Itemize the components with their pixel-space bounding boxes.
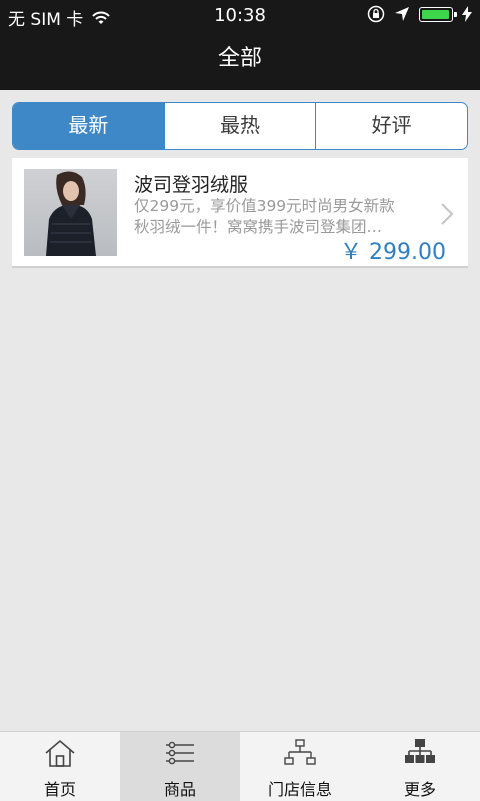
tab-products[interactable]: 商品 [120,732,240,801]
tab-more-label: 更多 [403,780,436,799]
product-price: ￥ 299.00 [340,240,446,265]
sort-segmented-control: 最新 最热 好评 [12,102,468,150]
page-title: 全部 [217,46,262,71]
list-icon [166,741,194,765]
home-icon [45,739,75,767]
orientation-lock-icon [367,5,385,23]
chevron-right-icon [441,203,454,225]
segment-hottest[interactable]: 最热 [163,103,316,149]
product-title: 波司登羽绒服 [134,174,249,196]
tab-home[interactable]: 首页 [0,732,120,801]
more-grid-icon [405,739,435,763]
product-image [24,169,117,256]
status-bar: 无 SIM 卡 10:38 [0,0,480,30]
tab-more[interactable]: 更多 [360,732,480,801]
tab-products-label: 商品 [163,780,196,799]
battery-level [422,9,449,19]
charging-bolt-icon [462,6,472,22]
segment-newest[interactable]: 最新 [13,103,164,149]
store-hierarchy-icon [284,739,316,765]
segment-best-rated[interactable]: 好评 [315,103,467,149]
tab-store-info-label: 门店信息 [267,780,332,799]
tab-store-info[interactable]: 门店信息 [240,732,360,801]
battery-icon [419,6,457,22]
location-arrow-icon [395,7,409,21]
bottom-tab-bar: 首页 商品 门店信息 更多 [0,731,480,801]
product-description: 仅299元，享价值399元时尚男女新款 秋羽绒一件！窝窝携手波司登集团… [134,197,395,236]
product-card[interactable]: 波司登羽绒服 仅299元，享价值399元时尚男女新款 秋羽绒一件！窝窝携手波司登… [12,158,468,268]
tab-home-label: 首页 [43,780,76,799]
nav-bar: 全部 [0,30,480,90]
